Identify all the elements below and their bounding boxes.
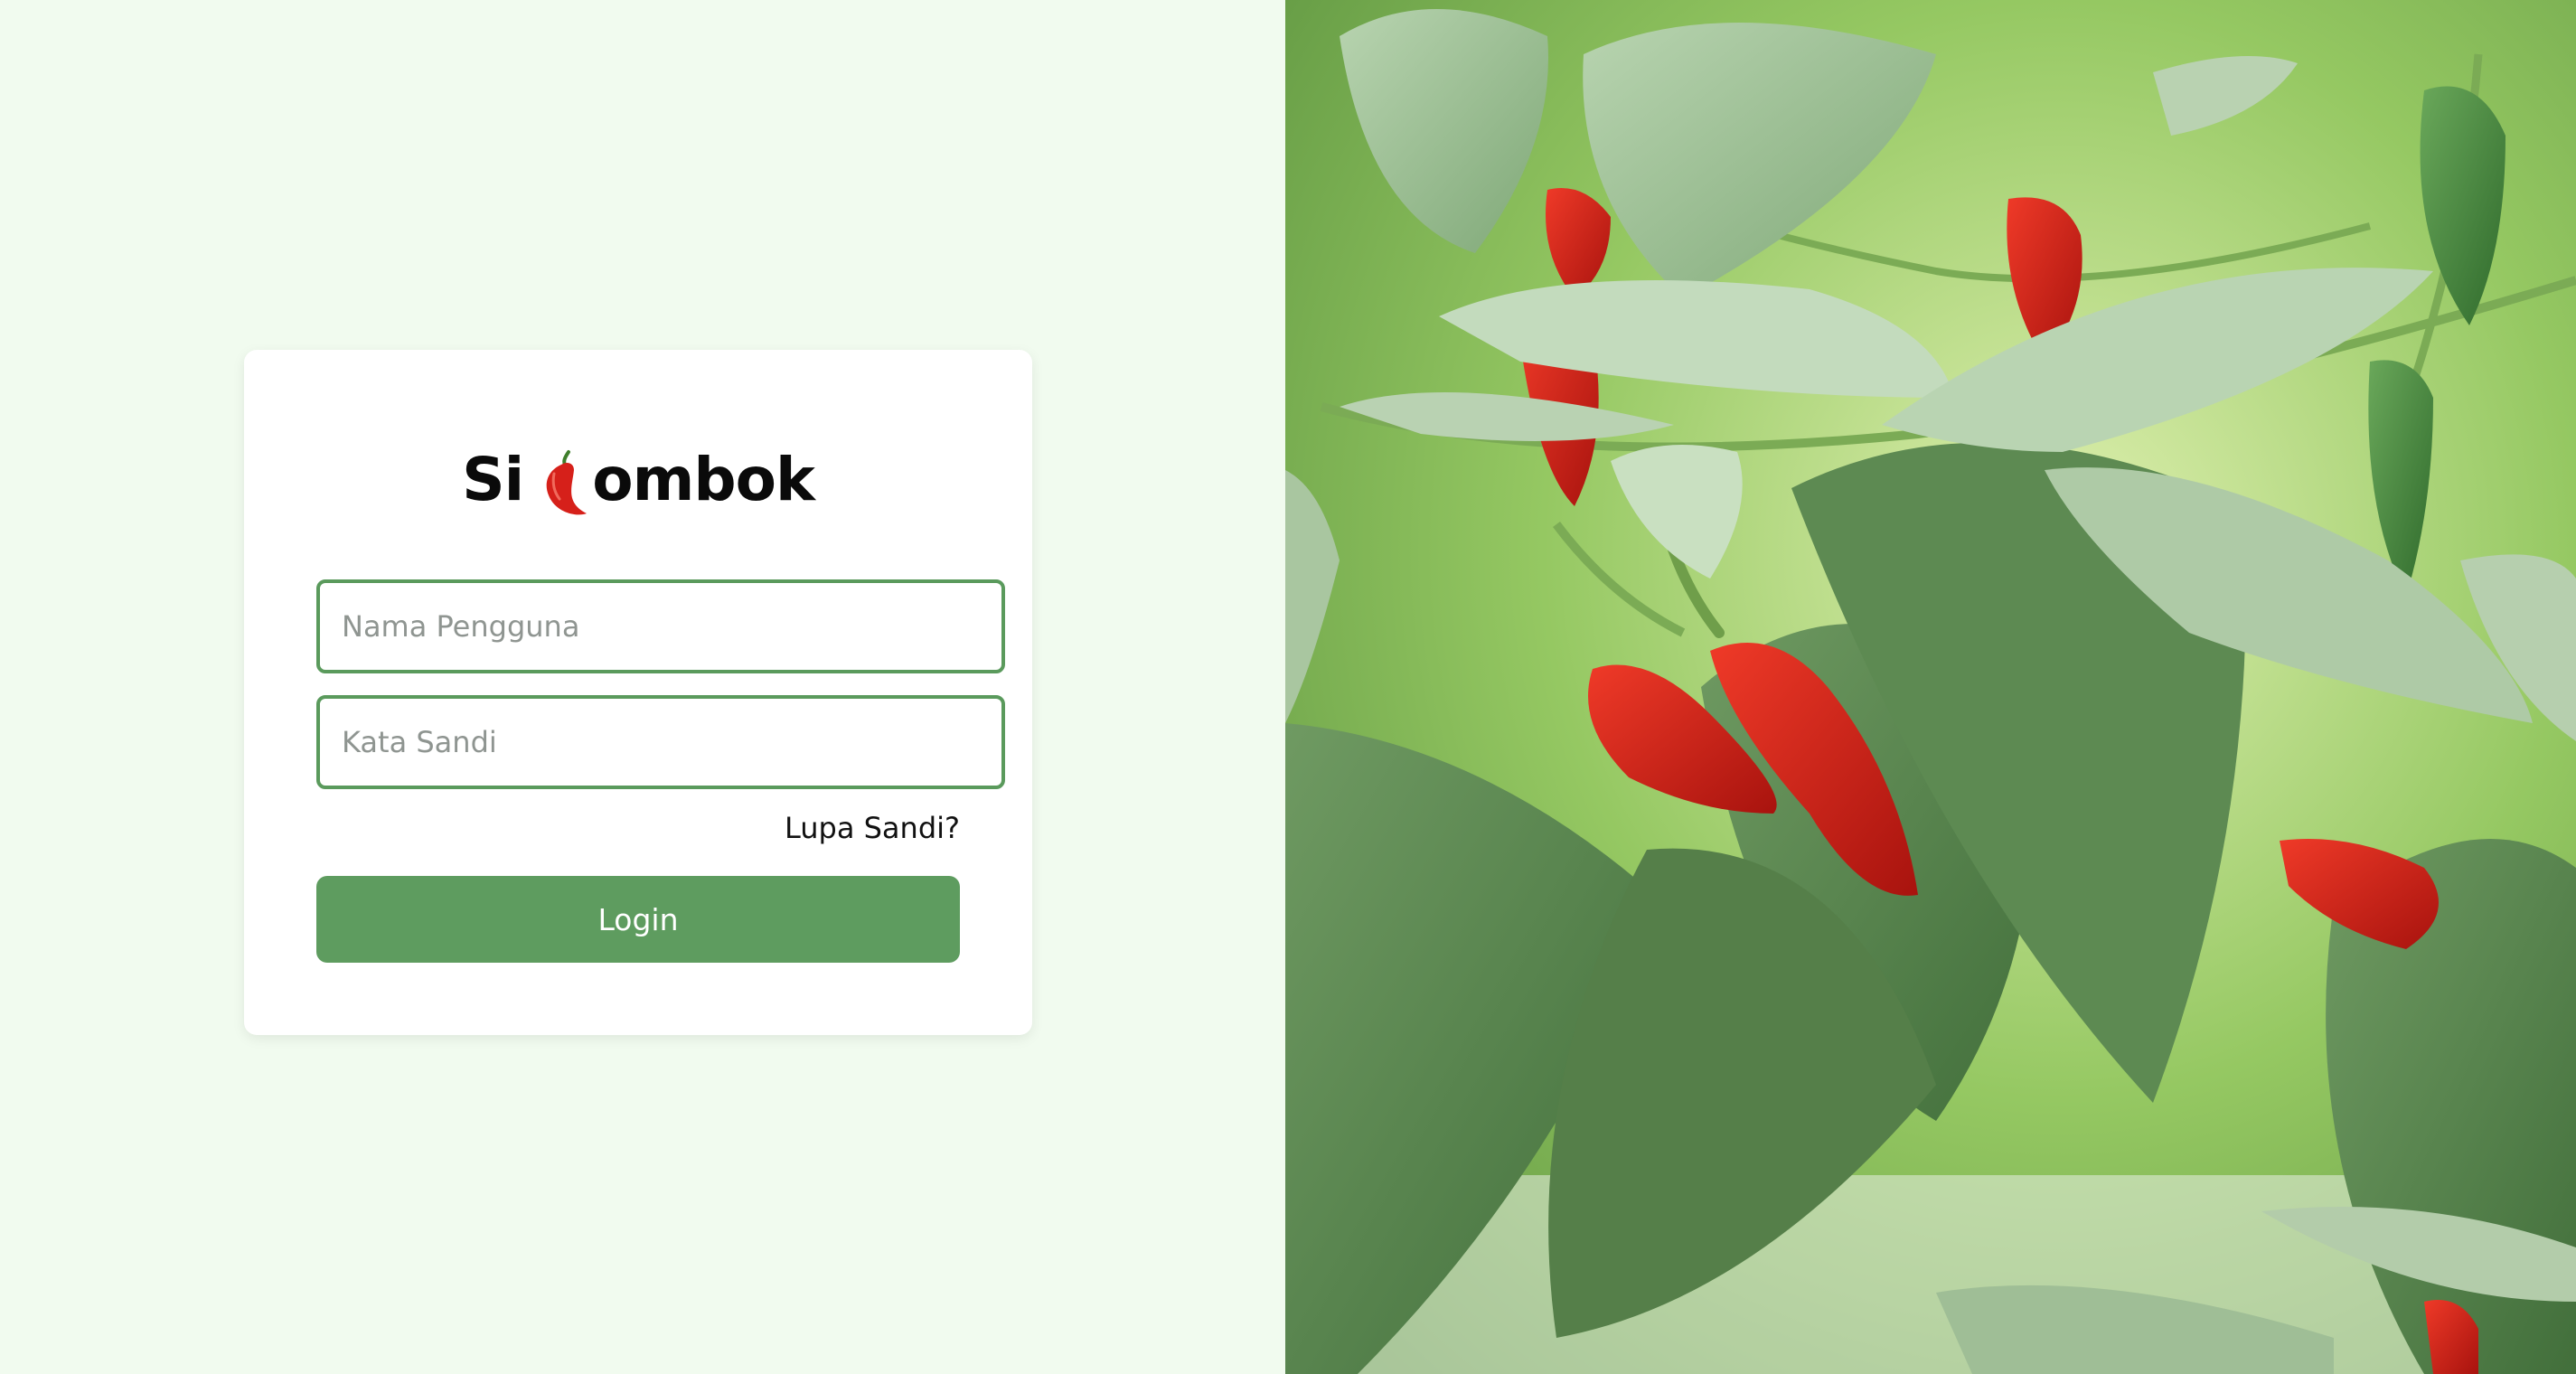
logo-text-suffix: ombok (592, 444, 815, 514)
login-page: Si ombok Lupa Sandi? Login (0, 0, 2576, 1374)
hero-image (1285, 0, 2576, 1374)
login-button[interactable]: Login (316, 876, 960, 963)
chili-pepper-icon (546, 450, 588, 515)
login-pane: Si ombok Lupa Sandi? Login (0, 0, 1285, 1374)
logo-text-prefix: Si (462, 444, 524, 514)
username-input[interactable] (316, 579, 1005, 673)
chili-plant-photo (1285, 0, 2576, 1374)
forgot-password-link[interactable]: Lupa Sandi? (785, 811, 960, 845)
app-logo: Si ombok (244, 429, 1032, 529)
password-input[interactable] (316, 695, 1005, 789)
login-card: Si ombok Lupa Sandi? Login (244, 350, 1032, 1035)
